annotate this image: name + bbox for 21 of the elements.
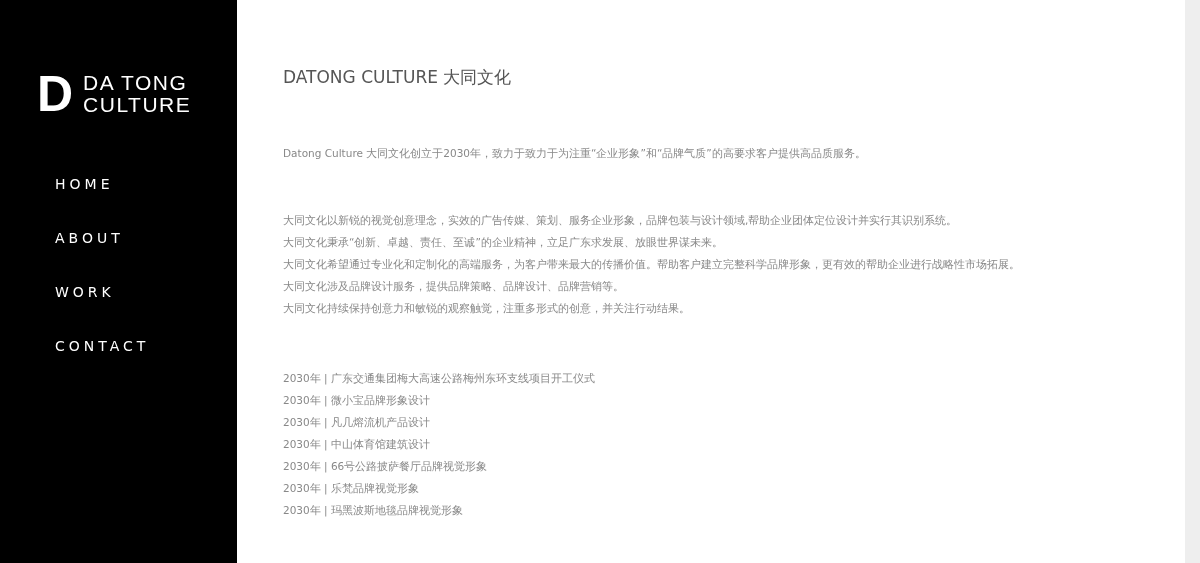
nav-link[interactable]: HOME <box>55 174 114 194</box>
work-entry: 2030年 | 中山体育馆建筑设计 <box>283 437 431 453</box>
intro-text: Datong Culture 大同文化创立于2030年，致力于致力于为注重“企业形象”和“品牌气质”的高要求客户提供高品质服务。 <box>283 146 867 161</box>
logo-text: DA TONG <box>83 72 189 94</box>
about-text: 大同文化希望通过专业化和定制化的高端服务，为客户带来最大的传播价值。帮助客户建立完整科学品牌形象，更有效的帮助企业进行战略性市场拓展。 <box>283 257 1021 272</box>
work-entry: 2030年 | 66号公路披萨餐厅品牌视觉形象 <box>283 459 489 475</box>
about-text: 大同文化涉及品牌设计服务，提供品牌策略、品牌设计、品牌营销等。 <box>283 279 625 294</box>
work-entry: 2030年 | 微小宝品牌形象设计 <box>283 393 431 409</box>
work-entry: 2030年 | 广东交通集团梅大高速公路梅州东环支线项目开工仪式 <box>283 371 596 387</box>
logo-mark: D <box>37 73 74 115</box>
page-title: DATONG CULTURE 大同文化 <box>283 66 513 89</box>
logo-text: CULTURE <box>83 94 192 116</box>
work-entry: 2030年 | 凡几熔流机产品设计 <box>283 415 431 431</box>
about-text: 大同文化持续保持创意力和敏锐的观察触觉，注重多形式的创意，并关注行动结果。 <box>283 301 691 316</box>
about-text: 大同文化秉承“创新、卓越、责任、至诚”的企业精神，立足广东求发展、放眼世界谋未来。 <box>283 235 724 250</box>
nav-link[interactable]: WORK <box>55 282 115 302</box>
nav-link[interactable]: CONTACT <box>55 336 150 356</box>
work-entry: 2030年 | 玛黑波斯地毯品牌视觉形象 <box>283 503 464 519</box>
work-entry: 2030年 | 乐梵品牌视觉形象 <box>283 481 420 497</box>
nav-link[interactable]: ABOUT <box>55 228 124 248</box>
about-text: 大同文化以新锐的视觉创意理念，实效的广告传媒、策划、服务企业形象，品牌包装与设计领域,帮助企业团体定位设计并实行其识别系统。 <box>283 213 959 228</box>
